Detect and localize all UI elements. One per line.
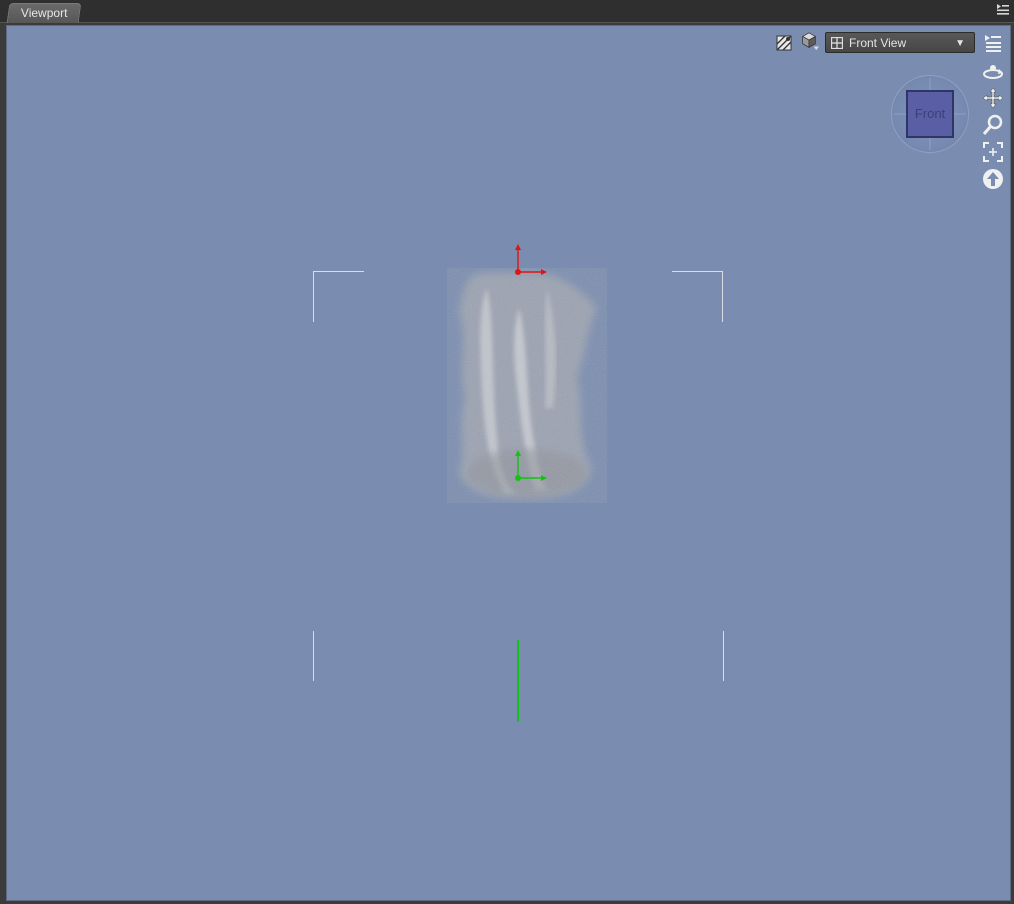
cube-face-front[interactable]: Front	[906, 90, 954, 138]
frame-icon[interactable]	[982, 141, 1004, 163]
chevron-down-icon: ▼	[955, 38, 965, 49]
view-cube[interactable]: Front	[891, 75, 969, 153]
zoom-icon[interactable]	[982, 114, 1004, 136]
node-gizmo-bottom[interactable]	[503, 446, 553, 490]
frame-corner-bottom-right	[722, 631, 724, 681]
view-layout-icon	[831, 37, 843, 49]
reset-view-icon[interactable]	[982, 168, 1004, 190]
pan-icon[interactable]	[982, 87, 1004, 109]
view-select-value: Front View	[849, 36, 907, 50]
draw-style-icon[interactable]	[774, 33, 794, 53]
node-gizmo-top[interactable]	[505, 242, 555, 282]
viewport-shading-icon[interactable]	[799, 31, 819, 51]
orbit-icon[interactable]	[982, 60, 1004, 82]
view-select[interactable]: Front View ▼	[825, 32, 975, 53]
tab-bar: Viewport	[0, 0, 1014, 23]
tab-viewport[interactable]: Viewport	[6, 3, 82, 23]
tab-label: Viewport	[20, 6, 68, 20]
viewport-options-icon[interactable]	[983, 33, 1003, 53]
panel-menu-icon[interactable]	[996, 3, 1010, 17]
ground-y-axis	[517, 640, 519, 722]
frame-corner-top-left	[313, 271, 364, 322]
frame-corner-bottom-left	[313, 631, 315, 681]
frame-corner-top-right	[672, 271, 723, 322]
viewport-canvas[interactable]: Front View ▼ Front	[6, 25, 1011, 901]
